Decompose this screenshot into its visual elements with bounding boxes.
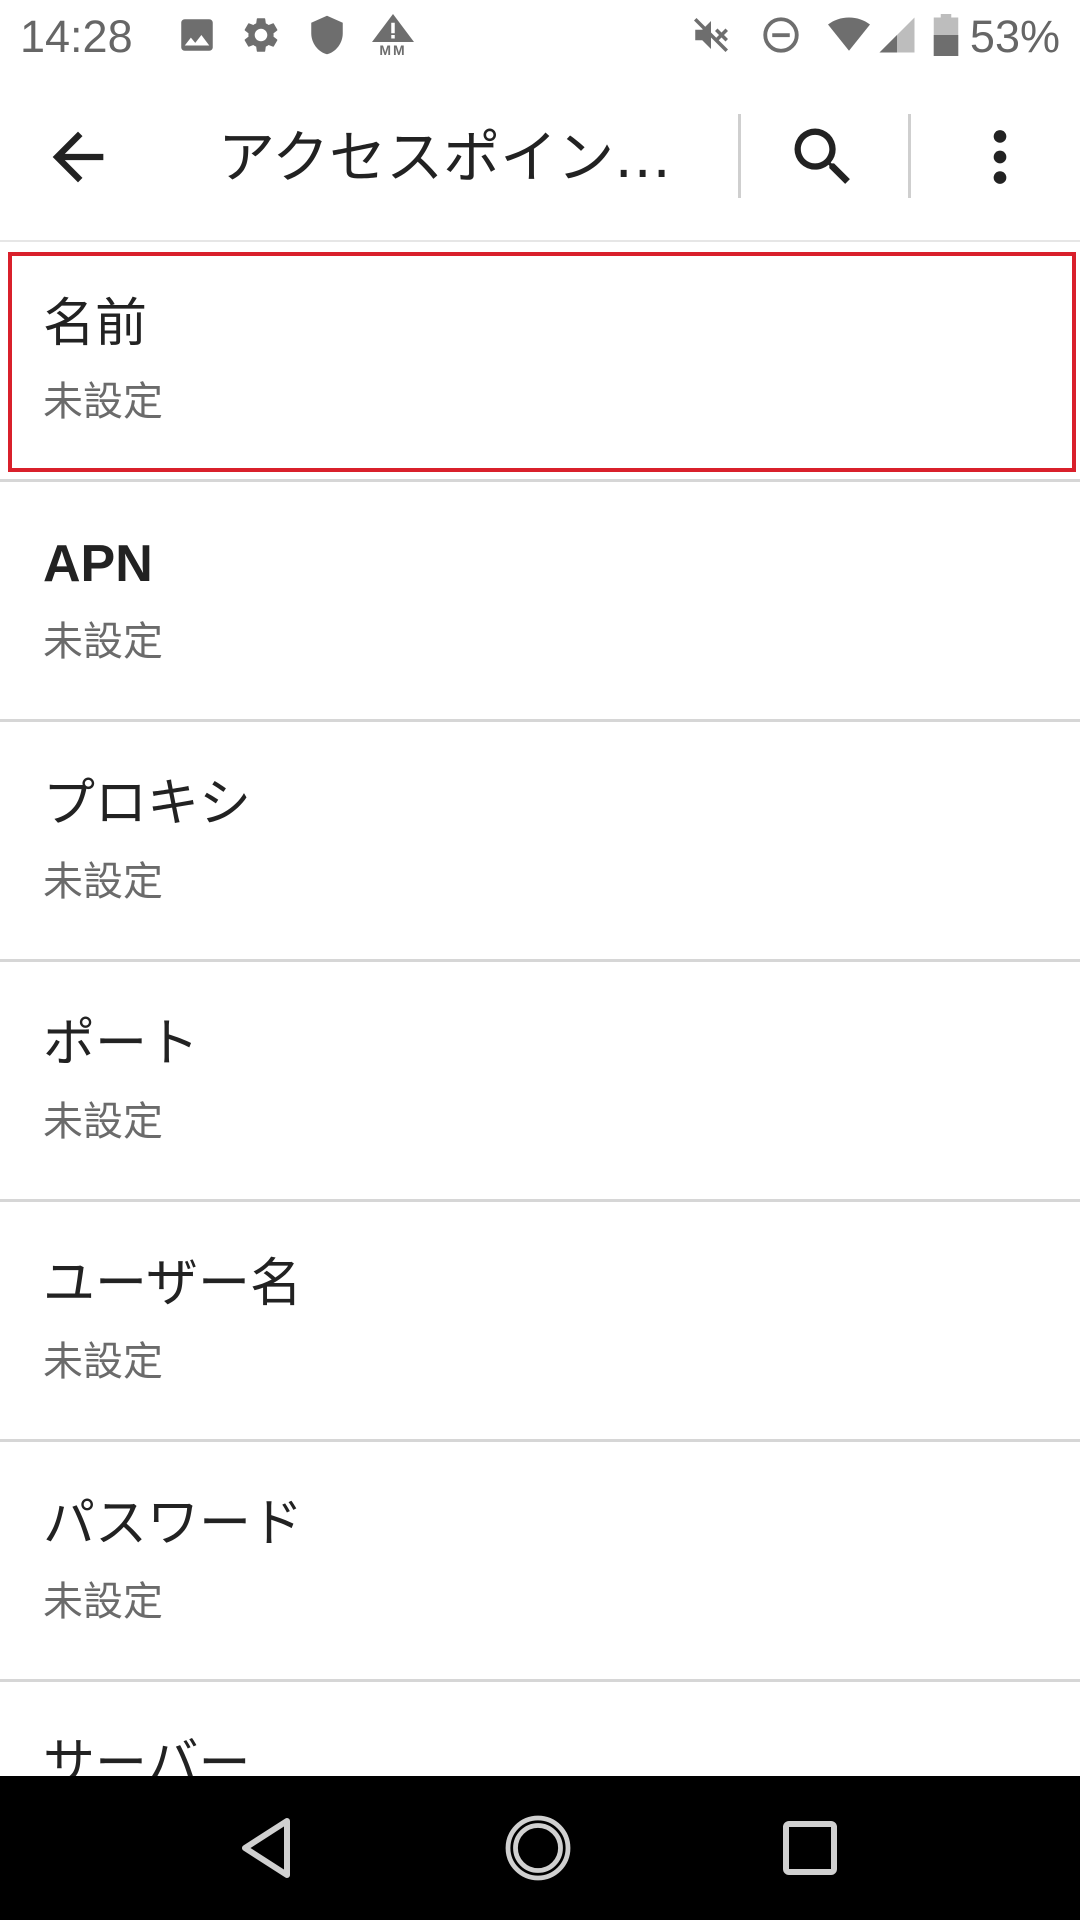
list-item-summary: 未設定 (43, 619, 163, 665)
list-item-username[interactable]: ユーザー名 未設定 (0, 1202, 1080, 1442)
navigation-bar (0, 1776, 1080, 1920)
warning-mm-icon: MM (372, 14, 414, 60)
list-item-title: ユーザー名 (43, 1254, 302, 1314)
list-item-summary: 未設定 (43, 1099, 163, 1145)
list-item-title: サーバー (43, 1734, 251, 1776)
arrow-back-icon[interactable] (40, 119, 116, 195)
nav-back-icon[interactable] (230, 1812, 302, 1884)
status-time: 14:28 (20, 11, 133, 62)
list-item-title: 名前 (43, 294, 148, 354)
list-item-title: プロキシ (43, 774, 252, 834)
list-item-name[interactable]: 名前 未設定 (0, 242, 1080, 482)
list-item-title: ポート (43, 1014, 200, 1074)
status-bar: 14:28 MM 53% (0, 0, 1080, 74)
app-bar: アクセスポイン… (0, 74, 1080, 242)
list-item-port[interactable]: ポート 未設定 (0, 962, 1080, 1202)
search-icon[interactable] (785, 119, 861, 195)
app-bar-divider (738, 114, 741, 198)
battery-percent: 53% (969, 11, 1060, 62)
list-item-summary: 未設定 (43, 379, 163, 425)
shield-icon (311, 15, 343, 55)
image-icon (181, 19, 213, 51)
warning-badge-text: MM (379, 42, 407, 58)
wifi-icon (828, 17, 870, 51)
list-item-apn[interactable]: APN 未設定 (0, 482, 1080, 722)
list-item-title: パスワード (43, 1494, 304, 1554)
list-item-proxy[interactable]: プロキシ 未設定 (0, 722, 1080, 962)
nav-home-icon[interactable] (502, 1812, 574, 1884)
list-item-password[interactable]: パスワード 未設定 (0, 1442, 1080, 1682)
more-vert-icon[interactable] (962, 119, 1038, 195)
list-item-summary: 未設定 (43, 859, 163, 905)
list-item-title: APN (43, 535, 153, 593)
apn-settings-list: 名前 未設定 APN 未設定 プロキシ 未設定 ポート 未設定 ユーザー名 未設… (0, 242, 1080, 1776)
list-item-summary: 未設定 (43, 1579, 163, 1625)
app-bar-divider (908, 114, 911, 198)
list-item-summary: 未設定 (43, 1339, 163, 1385)
gear-icon (244, 18, 278, 52)
do-not-disturb-icon (763, 17, 799, 53)
signal-icon (879, 17, 915, 53)
mute-icon (694, 18, 728, 52)
battery-icon (933, 14, 959, 56)
list-item-server[interactable]: サーバー (0, 1682, 1080, 1776)
page-title: アクセスポイン… (218, 125, 672, 191)
nav-recents-icon[interactable] (774, 1812, 846, 1884)
